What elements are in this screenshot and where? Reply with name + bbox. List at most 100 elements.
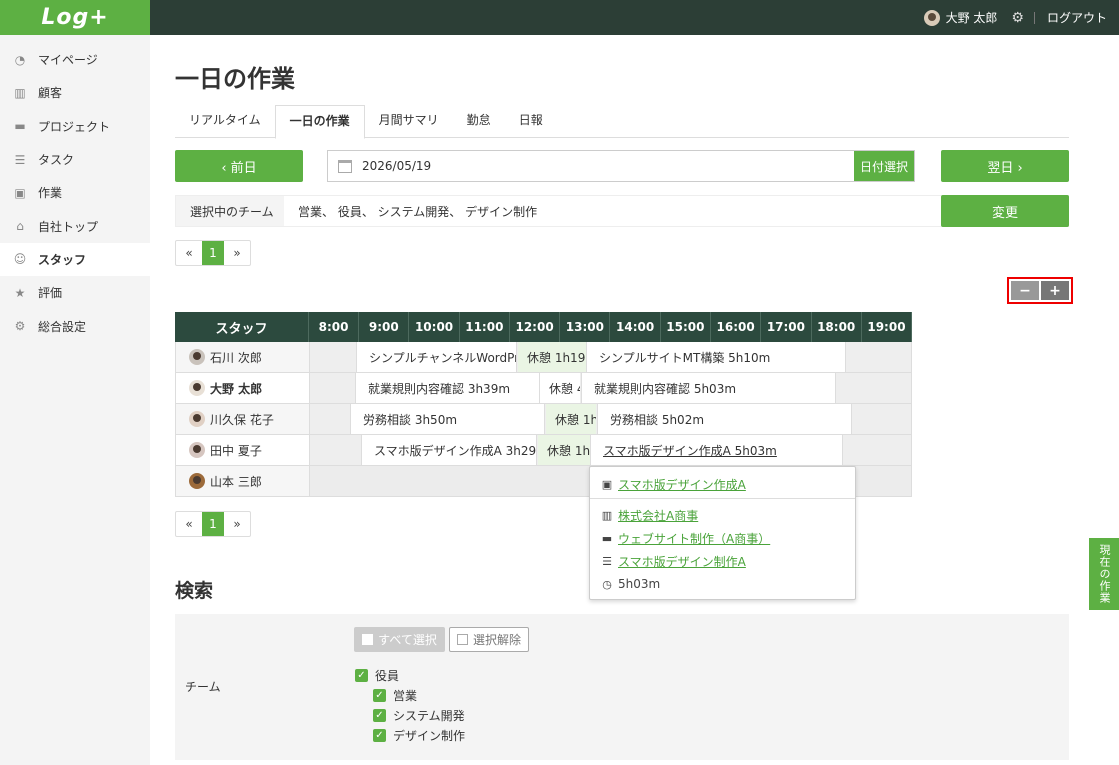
users-icon: ☺ xyxy=(13,252,27,267)
sidebar-item-clients[interactable]: ▥ 顧客 xyxy=(0,76,150,109)
sidebar-item-settings[interactable]: ⚙ 総合設定 xyxy=(0,309,150,342)
staff-name[interactable]: 川久保 花子 xyxy=(176,404,310,434)
sidebar-item-mypage[interactable]: ◔ マイページ xyxy=(0,43,150,76)
work-block[interactable]: シンプルチャンネルWordPress xyxy=(356,342,517,372)
tab-monthly-summary[interactable]: 月間サマリ xyxy=(365,105,453,138)
staff-name-text: 石川 次郎 xyxy=(210,350,262,365)
tab-realtime[interactable]: リアルタイム xyxy=(175,105,275,138)
break-block[interactable]: 休憩 1h xyxy=(546,404,596,434)
briefcase-icon: ▣ xyxy=(14,185,26,200)
team-checkbox[interactable]: ✓ システム開発 xyxy=(373,707,465,724)
staff-name[interactable]: 大野 太郎 xyxy=(176,373,310,403)
tab-attendance[interactable]: 勤怠 xyxy=(453,105,505,138)
hour-header: 12:00 xyxy=(510,312,561,342)
popup-task-link[interactable]: スマホ版デザイン作成A xyxy=(618,476,746,493)
pagination: « 1 » xyxy=(175,240,251,266)
date-value[interactable]: 2026/05/19 xyxy=(362,159,854,173)
team-label: 選択中のチーム xyxy=(176,196,284,226)
hour-header: 10:00 xyxy=(409,312,460,342)
popup-duration: 5h03m xyxy=(618,577,661,591)
popup-project-row: ▬ ウェブサイト制作（A商事） xyxy=(600,530,770,547)
pager-page[interactable]: 1 xyxy=(202,241,224,265)
zoom-out-button[interactable]: − xyxy=(1011,281,1039,300)
top-bar: Log+ 大野 太郎 ⚙ ログアウト xyxy=(0,0,1119,35)
team-checkbox[interactable]: ✓ 役員 xyxy=(355,667,399,684)
sidebar-item-staff[interactable]: ☺ スタッフ xyxy=(0,242,150,277)
hour-header: 14:00 xyxy=(610,312,661,342)
gear-icon[interactable]: ⚙ xyxy=(1011,10,1024,26)
pager-page[interactable]: 1 xyxy=(202,512,224,536)
avatar xyxy=(189,442,205,458)
sidebar-item-company-top[interactable]: ⌂ 自社トップ xyxy=(0,209,150,242)
divider xyxy=(1033,11,1035,24)
staff-column-header: スタッフ xyxy=(175,312,309,342)
date-select-button[interactable]: 日付選択 xyxy=(854,151,914,181)
user-name[interactable]: 大野 太郎 xyxy=(946,9,998,26)
popup-duration-row: ◷ 5h03m xyxy=(600,577,660,591)
popup-client-row: ▥ 株式会社A商事 xyxy=(600,507,698,524)
hour-header: 19:00 xyxy=(862,312,913,342)
tab-daily-report[interactable]: 日報 xyxy=(505,105,557,138)
check-icon: ✓ xyxy=(373,709,386,722)
page-title: 一日の作業 xyxy=(175,65,295,93)
next-day-button[interactable]: 翌日 › xyxy=(941,150,1069,182)
team-checkbox[interactable]: ✓ デザイン制作 xyxy=(373,727,465,744)
selected-team-row: 選択中のチーム 営業、 役員、 システム開発、 デザイン制作 変更 xyxy=(175,195,1069,227)
user-avatar[interactable] xyxy=(923,9,940,26)
work-block[interactable]: 労務相談 5h02m xyxy=(597,404,852,434)
pager-first[interactable]: « xyxy=(176,241,202,265)
zoom-in-button[interactable]: + xyxy=(1041,281,1069,300)
logout-link[interactable]: ログアウト xyxy=(1047,9,1107,26)
popup-client-link[interactable]: 株式会社A商事 xyxy=(618,507,698,524)
work-block[interactable]: 就業規則内容確認 5h03m xyxy=(581,373,836,403)
date-field[interactable]: 2026/05/19 日付選択 xyxy=(327,150,915,182)
work-block[interactable]: 就業規則内容確認 3h39m xyxy=(355,373,540,403)
avatar xyxy=(189,473,205,489)
select-all-button[interactable]: すべて選択 xyxy=(354,627,445,652)
work-block[interactable]: シンプルサイトMT構築 5h10m xyxy=(586,342,846,372)
break-block[interactable]: 休憩 1h xyxy=(538,435,590,465)
staff-name[interactable]: 山本 三郎 xyxy=(176,466,310,496)
break-block[interactable]: 休憩 4 xyxy=(540,373,580,403)
sidebar-item-evaluation[interactable]: ★ 評価 xyxy=(0,276,150,309)
check-icon: ✓ xyxy=(355,669,368,682)
deselect-label: 選択解除 xyxy=(472,633,521,647)
sidebar-item-projects[interactable]: ▬ プロジェクト xyxy=(0,110,150,143)
work-block[interactable]: 労務相談 3h50m xyxy=(350,404,545,434)
hour-header: 13:00 xyxy=(560,312,611,342)
deselect-button[interactable]: 選択解除 xyxy=(449,627,529,652)
pager-first[interactable]: « xyxy=(176,512,202,536)
sidebar-item-tasks[interactable]: ☰ タスク xyxy=(0,143,150,176)
dashboard-icon: ◔ xyxy=(14,52,26,67)
logo[interactable]: Log+ xyxy=(0,0,150,35)
building-icon: ▥ xyxy=(14,85,26,100)
calendar-icon xyxy=(338,159,352,173)
user-menu: 大野 太郎 ⚙ ログアウト xyxy=(923,0,1107,35)
time-track: 就業規則内容確認 3h39m 休憩 4 就業規則内容確認 5h03m xyxy=(310,373,911,403)
staff-name[interactable]: 石川 次郎 xyxy=(176,342,310,372)
clock-icon: ◷ xyxy=(602,577,612,591)
work-block[interactable]: スマホ版デザイン作成A 5h03m xyxy=(590,435,843,465)
team-filter-label: チーム xyxy=(185,680,221,694)
current-work-tab[interactable]: 現在の作業 xyxy=(1089,538,1119,610)
staff-name[interactable]: 田中 夏子 xyxy=(176,435,310,465)
work-block[interactable]: スマホ版デザイン作成A 3h29m xyxy=(361,435,537,465)
pagination: « 1 » xyxy=(175,511,251,537)
time-track: スマホ版デザイン作成A 3h29m 休憩 1h スマホ版デザイン作成A 5h03… xyxy=(310,435,911,465)
team-checkbox[interactable]: ✓ 営業 xyxy=(373,687,417,704)
pager-last[interactable]: » xyxy=(224,241,250,265)
staff-row: 石川 次郎 シンプルチャンネルWordPress 休憩 1h19m シンプルサイ… xyxy=(175,342,912,373)
tab-daily-work[interactable]: 一日の作業 xyxy=(274,105,365,139)
staff-name-text: 川久保 花子 xyxy=(210,412,274,427)
popup-subtask-link[interactable]: スマホ版デザイン制作A xyxy=(618,553,746,570)
hour-header: 18:00 xyxy=(812,312,862,342)
break-block[interactable]: 休憩 1h19m xyxy=(518,342,586,372)
hour-header: 8:00 xyxy=(309,312,360,342)
change-team-button[interactable]: 変更 xyxy=(941,195,1069,227)
sidebar-item-work[interactable]: ▣ 作業 xyxy=(0,176,150,209)
prev-day-button[interactable]: ‹ 前日 xyxy=(175,150,303,182)
popup-project-link[interactable]: ウェブサイト制作（A商事） xyxy=(618,530,770,547)
star-icon: ★ xyxy=(14,285,26,300)
hour-header: 15:00 xyxy=(661,312,712,342)
pager-last[interactable]: » xyxy=(224,512,250,536)
